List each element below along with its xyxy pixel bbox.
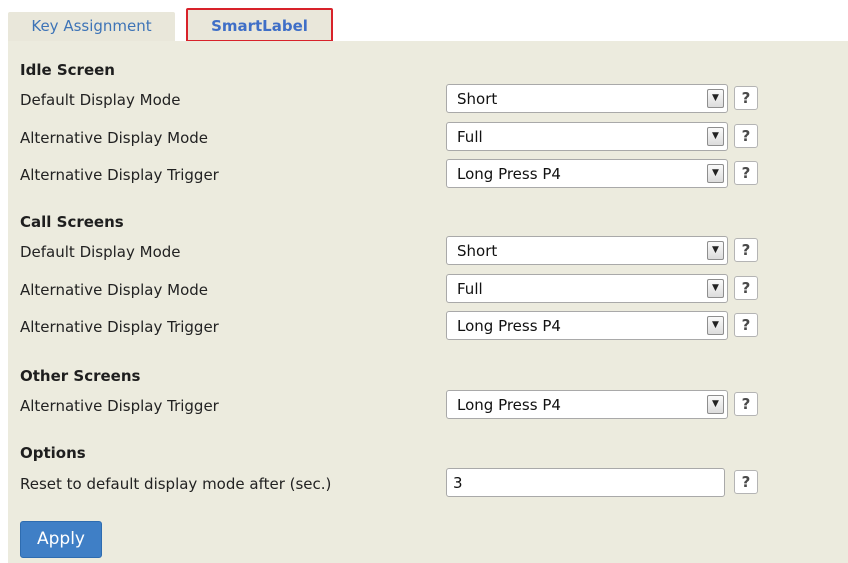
help-button[interactable]: ?: [734, 86, 758, 110]
row-label: Alternative Display Mode: [20, 281, 208, 299]
select-value: Long Press P4: [457, 396, 561, 414]
select-value: Long Press P4: [457, 165, 561, 183]
dropdown-arrow-icon[interactable]: ▼: [707, 164, 724, 183]
alternative-display-trigger-select[interactable]: Long Press P4 ▼: [446, 390, 728, 419]
row-label: Alternative Display Trigger: [20, 166, 219, 184]
row-label: Alternative Display Trigger: [20, 318, 219, 336]
default-display-mode-select[interactable]: Short ▼: [446, 84, 728, 113]
dropdown-arrow-icon[interactable]: ▼: [707, 395, 724, 414]
help-button[interactable]: ?: [734, 392, 758, 416]
default-display-mode-select[interactable]: Short ▼: [446, 236, 728, 265]
select-value: Short: [457, 90, 498, 108]
reset-timeout-input[interactable]: 3: [446, 468, 725, 497]
row-label: Alternative Display Trigger: [20, 397, 219, 415]
dropdown-arrow-icon[interactable]: ▼: [707, 89, 724, 108]
alternative-display-trigger-select[interactable]: Long Press P4 ▼: [446, 159, 728, 188]
row-label: Reset to default display mode after (sec…: [20, 475, 332, 493]
help-button[interactable]: ?: [734, 470, 758, 494]
dropdown-arrow-icon[interactable]: ▼: [707, 241, 724, 260]
help-button[interactable]: ?: [734, 238, 758, 262]
row-label: Default Display Mode: [20, 91, 181, 109]
apply-button[interactable]: Apply: [20, 521, 102, 558]
alternative-display-mode-select[interactable]: Full ▼: [446, 274, 728, 303]
alternative-display-mode-select[interactable]: Full ▼: [446, 122, 728, 151]
row-label: Alternative Display Mode: [20, 129, 208, 147]
settings-panel: Idle Screen Default Display Mode Short ▼…: [8, 41, 848, 563]
section-heading-idle-screen: Idle Screen: [20, 61, 115, 79]
alternative-display-trigger-select[interactable]: Long Press P4 ▼: [446, 311, 728, 340]
help-button[interactable]: ?: [734, 313, 758, 337]
select-value: Full: [457, 128, 483, 146]
help-button[interactable]: ?: [734, 124, 758, 148]
row-label: Default Display Mode: [20, 243, 181, 261]
dropdown-arrow-icon[interactable]: ▼: [707, 127, 724, 146]
tab-key-assignment[interactable]: Key Assignment: [8, 12, 175, 41]
dropdown-arrow-icon[interactable]: ▼: [707, 316, 724, 335]
help-button[interactable]: ?: [734, 161, 758, 185]
select-value: Short: [457, 242, 498, 260]
dropdown-arrow-icon[interactable]: ▼: [707, 279, 724, 298]
help-button[interactable]: ?: [734, 276, 758, 300]
tab-smartlabel[interactable]: SmartLabel: [186, 8, 333, 42]
section-heading-options: Options: [20, 444, 86, 462]
input-value: 3: [453, 474, 463, 492]
section-heading-call-screens: Call Screens: [20, 213, 124, 231]
section-heading-other-screens: Other Screens: [20, 367, 141, 385]
select-value: Long Press P4: [457, 317, 561, 335]
select-value: Full: [457, 280, 483, 298]
